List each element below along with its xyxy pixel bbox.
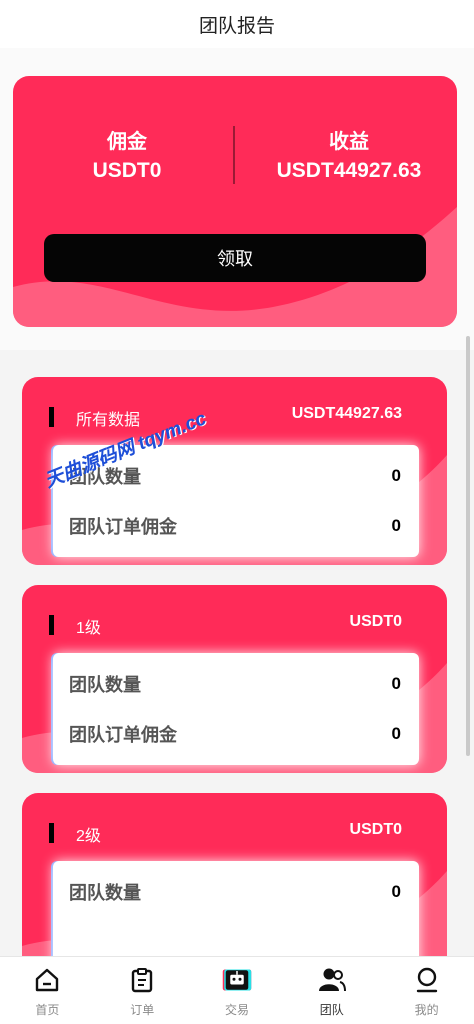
row-label: 团队订单佣金 — [69, 517, 177, 537]
card-label: 1级 — [76, 620, 101, 637]
card-value: USDT44927.63 — [291, 405, 402, 422]
tab-trade[interactable]: 交易 — [190, 957, 285, 1024]
tab-home[interactable]: 首页 — [0, 957, 95, 1024]
card-label: 2级 — [76, 828, 101, 845]
card-label: 所有数据 — [76, 412, 141, 429]
row-label: 团队数量 — [69, 675, 141, 695]
section-marker — [49, 823, 54, 843]
team-count-row: 团队数量 0 — [69, 463, 401, 489]
bottom-tab-bar: 首页 订单 交易 团队 我的 — [0, 956, 474, 1024]
row-value: 0 — [391, 882, 401, 901]
section-marker — [49, 407, 54, 427]
tab-team[interactable]: 团队 — [284, 957, 379, 1024]
tab-orders[interactable]: 订单 — [95, 957, 190, 1024]
card-detail-panel: 团队数量 0 团队订单佣金 0 — [53, 653, 419, 765]
row-value: 0 — [391, 516, 401, 535]
commission-label: 佣金 — [107, 131, 147, 153]
stat-card-level-2: 2级 USDT0 团队数量 0 — [22, 793, 447, 981]
page-title: 团队报告 — [198, 15, 275, 37]
income-block: 收益 USDT44927.63 — [239, 128, 457, 186]
robot-icon — [222, 965, 252, 995]
row-value: 0 — [391, 466, 401, 485]
top-bar: 团队报告 — [0, 0, 474, 48]
card-value: USDT0 — [349, 613, 402, 630]
card-value: USDT0 — [349, 821, 402, 838]
earnings-summary-card: 佣金 USDT0 收益 USDT44927.63 领取 — [13, 76, 457, 327]
scrollbar[interactable] — [466, 336, 470, 756]
tab-label: 团队 — [319, 1003, 344, 1017]
team-icon — [317, 965, 347, 995]
commission-block: 佣金 USDT0 — [17, 128, 237, 186]
profile-icon — [412, 965, 442, 995]
tab-label: 我的 — [414, 1003, 439, 1017]
team-count-row: 团队数量 0 — [69, 879, 401, 905]
stat-card-level-1: 1级 USDT0 团队数量 0 团队订单佣金 0 — [22, 585, 447, 773]
clipboard-icon — [127, 965, 157, 995]
commission-value: USDT0 — [92, 159, 162, 182]
team-count-row: 团队数量 0 — [69, 671, 401, 697]
row-label: 团队数量 — [69, 883, 141, 903]
tab-label: 交易 — [224, 1003, 249, 1017]
income-value: USDT44927.63 — [276, 159, 422, 182]
home-icon — [32, 965, 62, 995]
row-value: 0 — [391, 724, 401, 743]
summary-divider — [233, 126, 235, 184]
income-label: 收益 — [329, 131, 369, 153]
team-commission-row: 团队订单佣金 0 — [69, 721, 401, 747]
section-marker — [49, 615, 54, 635]
team-commission-row: 团队订单佣金 0 — [69, 513, 401, 539]
tab-label: 首页 — [35, 1003, 60, 1017]
tab-label: 订单 — [130, 1003, 155, 1017]
row-label: 团队订单佣金 — [69, 725, 177, 745]
claim-button[interactable]: 领取 — [44, 234, 426, 282]
row-value: 0 — [391, 674, 401, 693]
tab-profile[interactable]: 我的 — [379, 957, 474, 1024]
